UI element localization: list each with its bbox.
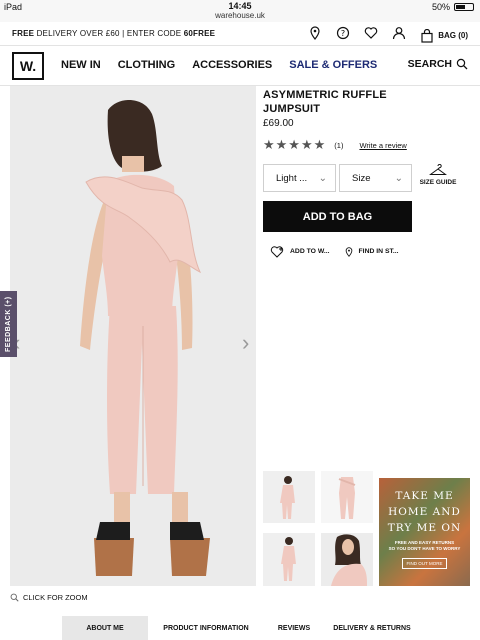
battery-icon (454, 3, 474, 11)
product-title: ASYMMETRIC RUFFLE JUMPSUIT (263, 89, 387, 115)
clock: 14:45 (228, 1, 252, 11)
promo-tile-headline: TAKE ME HOME AND TRY ME ON (387, 490, 462, 534)
tab-about-me[interactable]: ABOUT ME (62, 616, 148, 640)
thumbnail-closeup[interactable] (321, 533, 373, 586)
add-to-bag-button[interactable]: ADD TO BAG (263, 201, 412, 232)
colour-select-value: Light ... (276, 172, 308, 184)
add-to-wishlist-button[interactable]: ADD TO W... (270, 245, 330, 258)
promo-text: FREE DELIVERY OVER £60 | ENTER CODE 60FR… (12, 29, 216, 38)
nav-item-sale-offers[interactable]: SALE & OFFERS (289, 59, 377, 71)
main-nav: W. NEW IN CLOTHING ACCESSORIES SALE & OF… (0, 46, 480, 86)
account-icon[interactable] (392, 26, 406, 45)
promo-tile-subtext: FREE AND EASY RETURNS SO YOU DON'T HAVE … (388, 540, 461, 551)
tab-product-information[interactable]: PRODUCT INFORMATION (148, 616, 264, 640)
search-label: SEARCH (407, 58, 452, 70)
chevron-down-icon: ⌄ (318, 172, 327, 184)
next-image-arrow-icon[interactable]: › (242, 330, 249, 356)
tab-delivery-returns[interactable]: DELIVERY & RETURNS (324, 616, 420, 640)
model-jumpsuit-back-image (10, 86, 256, 586)
colour-select[interactable]: Light ... ⌄ (263, 164, 336, 192)
svg-text:?: ? (341, 29, 345, 38)
take-me-home-promo-tile[interactable]: TAKE ME HOME AND TRY ME ON FREE AND EASY… (379, 478, 470, 586)
battery-percent: 50% (431, 2, 450, 12)
product-detail-tabs: ABOUT ME PRODUCT INFORMATION REVIEWS DEL… (62, 616, 480, 640)
click-for-zoom[interactable]: CLICK FOR ZOOM (10, 593, 88, 602)
rating-row: ★★★★★ (1) Write a review (263, 137, 473, 153)
nav-item-accessories[interactable]: ACCESSORIES (192, 59, 272, 71)
product-info: ASYMMETRIC RUFFLE JUMPSUIT £69.00 ★★★★★ … (263, 88, 473, 153)
tab-reviews[interactable]: REVIEWS (264, 616, 324, 640)
zoom-icon (10, 593, 19, 602)
status-bar: iPad 14:45 warehouse.uk 50% (0, 0, 480, 22)
size-guide-link[interactable]: SIZE GUIDE (418, 163, 458, 186)
size-select[interactable]: Size ⌄ (339, 164, 412, 192)
wishlist-heart-icon[interactable] (364, 26, 378, 45)
add-to-wishlist-label: ADD TO W... (290, 248, 330, 255)
address-bar-url[interactable]: warehouse.uk (0, 11, 480, 20)
thumbnail-front[interactable] (263, 471, 315, 523)
thumbnail-flat[interactable] (321, 471, 373, 523)
product-main-image[interactable] (10, 86, 256, 586)
size-guide-label: SIZE GUIDE (419, 179, 457, 186)
zoom-label: CLICK FOR ZOOM (23, 593, 88, 602)
thumbnail-side[interactable] (263, 533, 315, 586)
nav-item-clothing[interactable]: CLOTHING (118, 59, 175, 71)
search-icon (456, 58, 468, 70)
find-in-store-label: FIND IN ST... (358, 248, 399, 255)
search-button[interactable]: SEARCH (408, 58, 468, 70)
promo-bar: FREE DELIVERY OVER £60 | ENTER CODE 60FR… (0, 22, 480, 46)
bag-icon (421, 28, 433, 43)
feedback-tab[interactable]: FEEDBACK (+) (0, 291, 17, 357)
bag-button[interactable]: BAG (0) (420, 28, 468, 43)
location-pin-icon (345, 246, 352, 257)
heart-plus-icon (270, 246, 284, 258)
find-in-store-button[interactable]: FIND IN ST... (344, 245, 399, 258)
hanger-icon (428, 163, 448, 175)
help-icon[interactable]: ? (336, 26, 350, 45)
size-select-value: Size (352, 172, 371, 184)
nav-item-new-in[interactable]: NEW IN (61, 59, 101, 71)
chevron-down-icon: ⌄ (394, 172, 403, 184)
location-icon[interactable] (308, 26, 322, 45)
find-out-more-button[interactable]: FIND OUT MORE (401, 558, 448, 569)
warehouse-logo[interactable]: W. (12, 52, 44, 80)
write-review-link[interactable]: Write a review (359, 141, 406, 150)
bag-label: BAG (0) (438, 31, 468, 40)
rating-stars: ★★★★★ (263, 137, 327, 152)
product-price: £69.00 (263, 118, 294, 129)
review-count[interactable]: (1) (334, 141, 343, 150)
